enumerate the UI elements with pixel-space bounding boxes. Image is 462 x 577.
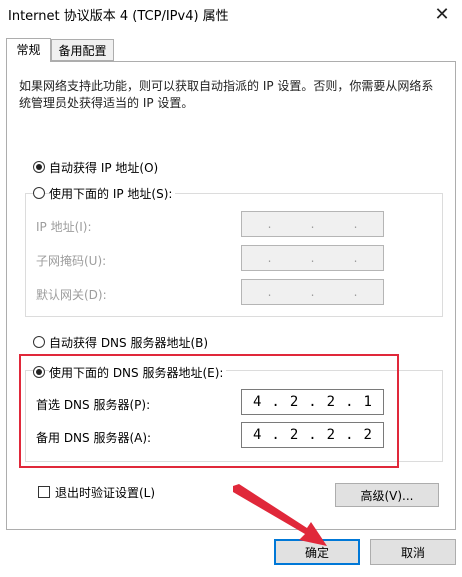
annotation-arrow-icon [233, 484, 327, 546]
advanced-button[interactable]: 高级(V)... [335, 483, 439, 507]
tab-general-label: 常规 [16, 43, 41, 57]
tab-alternate-config[interactable]: 备用配置 [51, 39, 114, 61]
ip-address-input[interactable]: ... [241, 211, 384, 237]
ip-manual-radio[interactable] [33, 187, 45, 199]
dns-auto-label: 自动获得 DNS 服务器地址(B) [49, 334, 212, 351]
tab-general[interactable]: 常规 [6, 38, 51, 62]
description-text: 如果网络支持此功能，则可以获取自动指派的 IP 设置。否则，你需要从网络系统管理… [19, 79, 434, 110]
subnet-mask-label: 子网掩码(U): [36, 254, 107, 268]
default-gateway-input[interactable]: ... [241, 279, 384, 305]
title-bar: Internet 协议版本 4 (TCP/IPv4) 属性 ✕ [0, 0, 462, 28]
highlight-box [19, 354, 399, 468]
tab-alternate-config-label: 备用配置 [58, 44, 107, 58]
validate-checkbox[interactable] [38, 486, 50, 498]
default-gateway-label: 默认网关(D): [36, 288, 107, 302]
window-title: Internet 协议版本 4 (TCP/IPv4) 属性 [8, 9, 229, 24]
close-icon: ✕ [434, 3, 450, 25]
ip-auto-radio[interactable] [33, 161, 45, 173]
dns-auto-radio[interactable] [33, 336, 45, 348]
close-button[interactable]: ✕ [422, 0, 462, 28]
ip-address-label: IP 地址(I): [36, 220, 92, 234]
validate-checkbox-label: 退出时验证设置(L) [55, 486, 156, 500]
subnet-mask-input[interactable]: ... [241, 245, 384, 271]
cancel-button[interactable]: 取消 [370, 539, 456, 565]
ip-manual-label: 使用下面的 IP 地址(S): [49, 185, 176, 202]
ip-auto-label: 自动获得 IP 地址(O) [49, 159, 162, 176]
